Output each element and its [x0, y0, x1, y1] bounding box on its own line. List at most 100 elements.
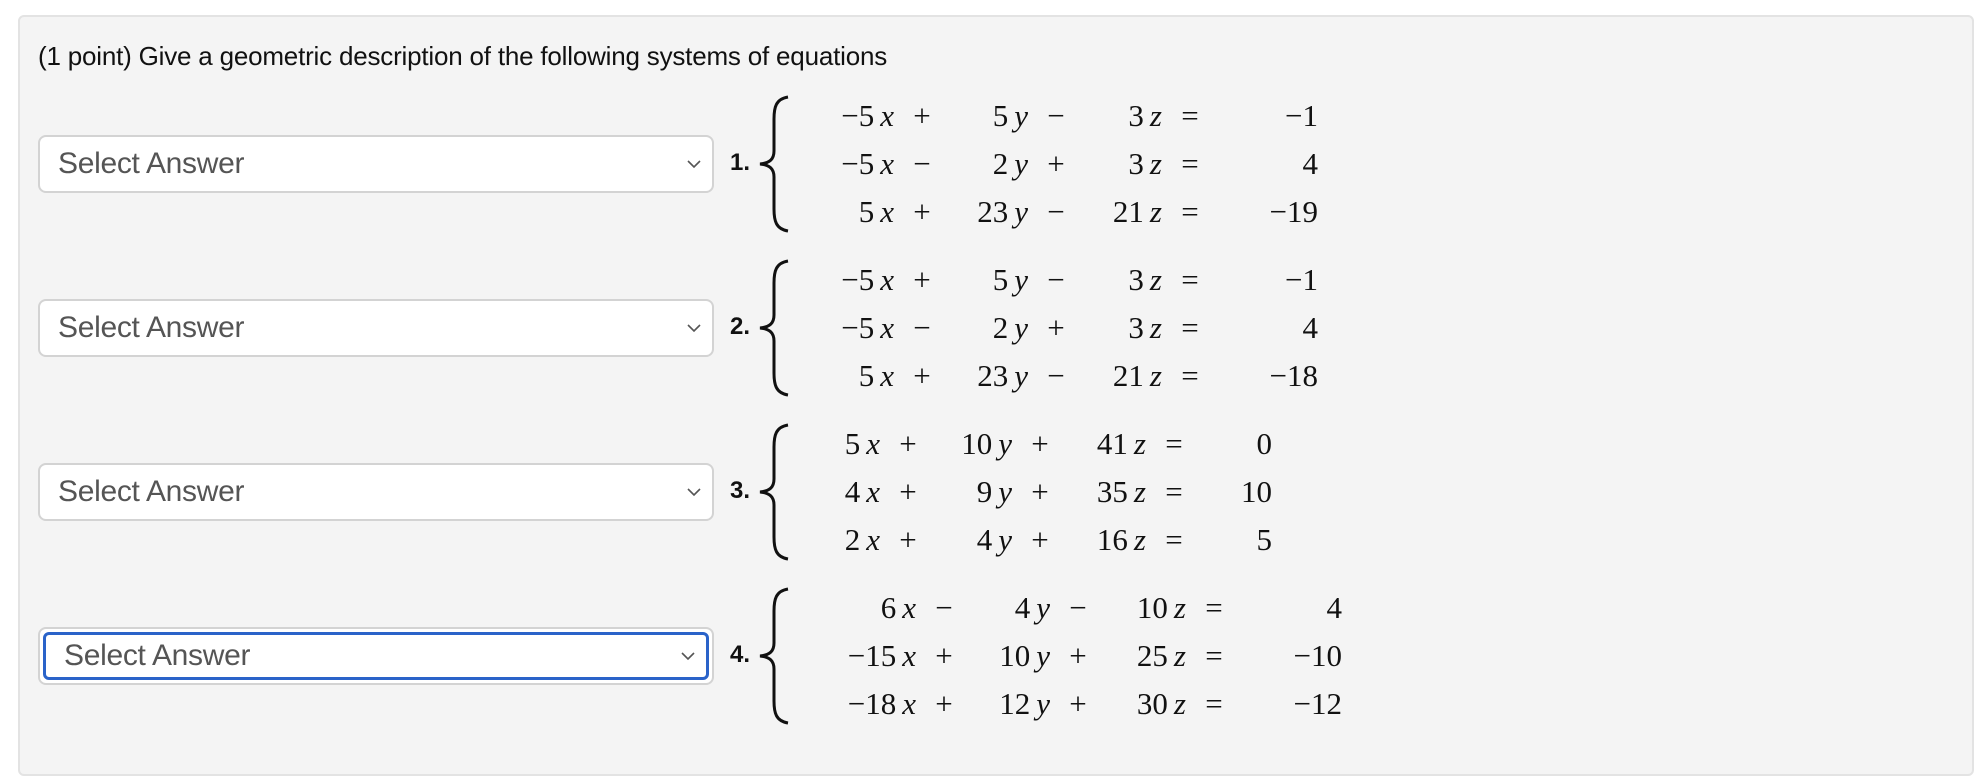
- x-term: −5 x: [828, 304, 894, 352]
- equals-sign: =: [1146, 516, 1202, 564]
- chevron-down-icon[interactable]: [686, 487, 702, 497]
- operator-value: +: [913, 358, 931, 393]
- z-term-value: 3: [1128, 146, 1144, 181]
- equation-system-3: 5 x +10 y +41 z = 0 4 x +9 y +35 z = 10 2 x +4 y +16 z = 5: [828, 420, 1272, 564]
- y-term: 23 y: [950, 352, 1028, 400]
- variable-y: y: [998, 426, 1012, 461]
- variable-x: x: [880, 146, 894, 181]
- answer-select-2[interactable]: Select Answer: [38, 299, 714, 357]
- rhs-value-value: 5: [1256, 522, 1273, 557]
- rhs-value: 4: [1242, 584, 1343, 632]
- variable-x: x: [902, 638, 916, 673]
- rhs-value-value: −18: [1269, 358, 1318, 393]
- z-term-value: 3: [1128, 98, 1144, 133]
- answer-select-1[interactable]: Select Answer: [38, 135, 714, 193]
- z-term: 3z: [1084, 92, 1162, 140]
- z-term: 30 z: [1106, 680, 1186, 728]
- rhs-value-value: −1: [1285, 262, 1318, 297]
- variable-z: z: [1149, 358, 1162, 393]
- y-term: 10 y: [936, 420, 1012, 468]
- y-term: 9y: [936, 468, 1012, 516]
- operator: −: [894, 304, 950, 352]
- equation-system-4: 6 x −4 y −10 z = 4 −15 x +10 y +25 z = −10 −18 x +12 y +30 z =…: [828, 584, 1342, 728]
- y-term-value: 5: [992, 98, 1009, 133]
- y-term-value: 4: [1014, 590, 1031, 625]
- x-term: 5x: [828, 188, 894, 236]
- variable-z: z: [1149, 310, 1162, 345]
- variable-y: y: [1014, 358, 1028, 393]
- operator: +: [1050, 680, 1106, 728]
- operator-value: −: [1047, 194, 1065, 229]
- system-row-1: Select Answer 1. −5 x +5 y −3 z = −1 −5 x −2 y +3 z = 4 5 x…: [20, 89, 1972, 239]
- operator-value: +: [935, 638, 953, 673]
- rhs-value-value: −1: [1285, 98, 1318, 133]
- answer-select-control[interactable]: Select Answer: [40, 301, 712, 355]
- z-term: 35 z: [1068, 468, 1146, 516]
- operator-value: −: [1047, 262, 1065, 297]
- x-term: 2x: [828, 516, 880, 564]
- answer-select-3[interactable]: Select Answer: [38, 463, 714, 521]
- x-term: −15 x: [828, 632, 916, 680]
- variable-z: z: [1149, 146, 1162, 181]
- operator-value: −: [935, 590, 953, 625]
- rhs-value-value: 4: [1326, 590, 1343, 625]
- variable-x: x: [902, 686, 916, 721]
- x-term: −18 x: [828, 680, 916, 728]
- operator: −: [1050, 584, 1106, 632]
- variable-x: x: [880, 194, 894, 229]
- rhs-value: −10: [1242, 632, 1342, 680]
- x-term-value: −5: [841, 310, 875, 345]
- operator-value: +: [1031, 474, 1049, 509]
- system-row-4: Select Answer 4. 6 x −4 y −10 z = 4 −15 x +10 y +25 z = −…: [20, 581, 1972, 731]
- equals-sign-value: =: [1181, 310, 1199, 345]
- variable-z: z: [1133, 426, 1146, 461]
- operator-value: +: [1031, 522, 1049, 557]
- variable-y: y: [1036, 686, 1050, 721]
- variable-z: z: [1133, 474, 1146, 509]
- operator-value: +: [913, 98, 931, 133]
- variable-x: x: [866, 522, 880, 557]
- chevron-down-icon[interactable]: [680, 651, 696, 661]
- equals-sign-value: =: [1165, 522, 1183, 557]
- x-term-value: −18: [847, 686, 897, 721]
- y-term: 10 y: [972, 632, 1050, 680]
- rhs-value: −12: [1242, 680, 1342, 728]
- answer-select-4[interactable]: Select Answer: [38, 627, 714, 685]
- answer-select-control[interactable]: Select Answer: [40, 465, 712, 519]
- operator-value: +: [1047, 146, 1065, 181]
- system-row-3: Select Answer 3. 5 x +10 y +41 z = 0 4 x +9 y +35 z = 10 2…: [20, 417, 1972, 567]
- operator: −: [1028, 352, 1084, 400]
- z-term-value: 35: [1096, 474, 1128, 509]
- operator: +: [1012, 516, 1068, 564]
- z-term: 3z: [1084, 140, 1162, 188]
- operator-value: −: [1069, 590, 1087, 625]
- equals-sign: =: [1146, 420, 1202, 468]
- z-term-value: 25: [1136, 638, 1168, 673]
- operator: +: [894, 188, 950, 236]
- x-term-value: −5: [841, 262, 875, 297]
- equals-sign: =: [1162, 304, 1218, 352]
- x-term-value: 5: [844, 426, 861, 461]
- x-term-value: 5: [858, 358, 875, 393]
- operator-value: +: [899, 426, 917, 461]
- chevron-down-icon[interactable]: [686, 159, 702, 169]
- variable-y: y: [1014, 194, 1028, 229]
- operator: +: [894, 92, 950, 140]
- equals-sign: =: [1186, 632, 1242, 680]
- y-term-value: 4: [976, 522, 993, 557]
- operator: −: [1028, 256, 1084, 304]
- z-term-value: 21: [1112, 194, 1144, 229]
- rhs-value: −1: [1218, 256, 1318, 304]
- variable-y: y: [1014, 98, 1028, 133]
- operator: +: [1028, 304, 1084, 352]
- answer-select-control[interactable]: Select Answer: [40, 137, 712, 191]
- left-brace-icon: [759, 587, 789, 725]
- chevron-down-icon[interactable]: [686, 323, 702, 333]
- operator: −: [916, 584, 972, 632]
- variable-x: x: [866, 426, 880, 461]
- y-term-value: 2: [992, 310, 1009, 345]
- variable-y: y: [1036, 590, 1050, 625]
- operator: +: [1050, 632, 1106, 680]
- answer-select-control[interactable]: Select Answer: [43, 632, 709, 680]
- left-brace-icon: [759, 95, 789, 233]
